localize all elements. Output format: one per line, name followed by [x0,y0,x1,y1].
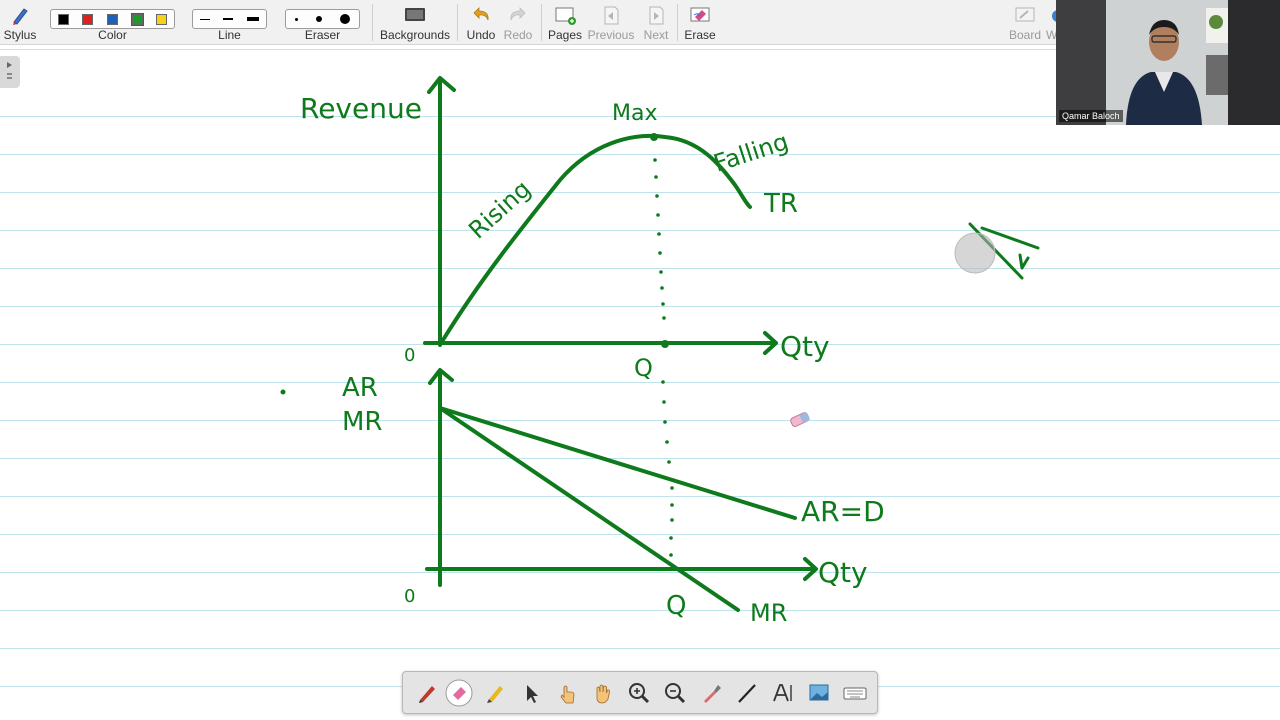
image-tool-icon[interactable] [805,679,833,707]
falling-label: Falling [710,127,792,177]
zoom-in-icon[interactable] [625,679,653,707]
origin-label-top: 0 [404,345,415,366]
pen-tool-icon[interactable] [413,679,441,707]
pointer-spotlight [954,232,996,274]
bottom-tool-palette [402,671,878,714]
highlighter-tool-icon[interactable] [481,679,509,707]
webcam-video: Qamar Baloch [1056,0,1280,125]
keyboard-icon[interactable] [841,679,869,707]
max-label: Max [612,101,657,126]
mr-axis-label: MR [342,407,383,437]
stray-dot [280,389,286,395]
eraser-tool-icon[interactable] [445,679,473,707]
marginal-revenue-line [438,406,740,612]
touch-pointer-icon[interactable] [553,679,581,707]
ar-equals-d-label: AR=D [801,495,885,528]
hand-pan-icon[interactable] [589,679,617,707]
origin-label-bottom: 0 [404,586,415,607]
eraser-cursor-icon [790,412,810,427]
presenter-name: Qamar Baloch [1059,110,1123,122]
qty-label-bottom: Qty [818,556,868,589]
line-tool-icon[interactable] [733,679,761,707]
zoom-out-icon[interactable] [661,679,689,707]
tr-label: TR [763,189,798,219]
select-arrow-icon[interactable] [517,679,545,707]
ar-axis-label: AR [342,373,378,403]
q-label-bottom: Q [666,591,686,621]
text-tool-icon[interactable] [769,679,797,707]
revenue-label: Revenue [300,92,422,125]
mr-line-label: MR [750,599,787,627]
presenter-video-frame [1056,0,1280,125]
pipette-icon[interactable] [697,679,725,707]
average-revenue-line [438,406,797,520]
qty-label-top: Qty [780,330,830,363]
rising-label: Rising [463,175,536,245]
q-label-top: Q [634,354,653,382]
